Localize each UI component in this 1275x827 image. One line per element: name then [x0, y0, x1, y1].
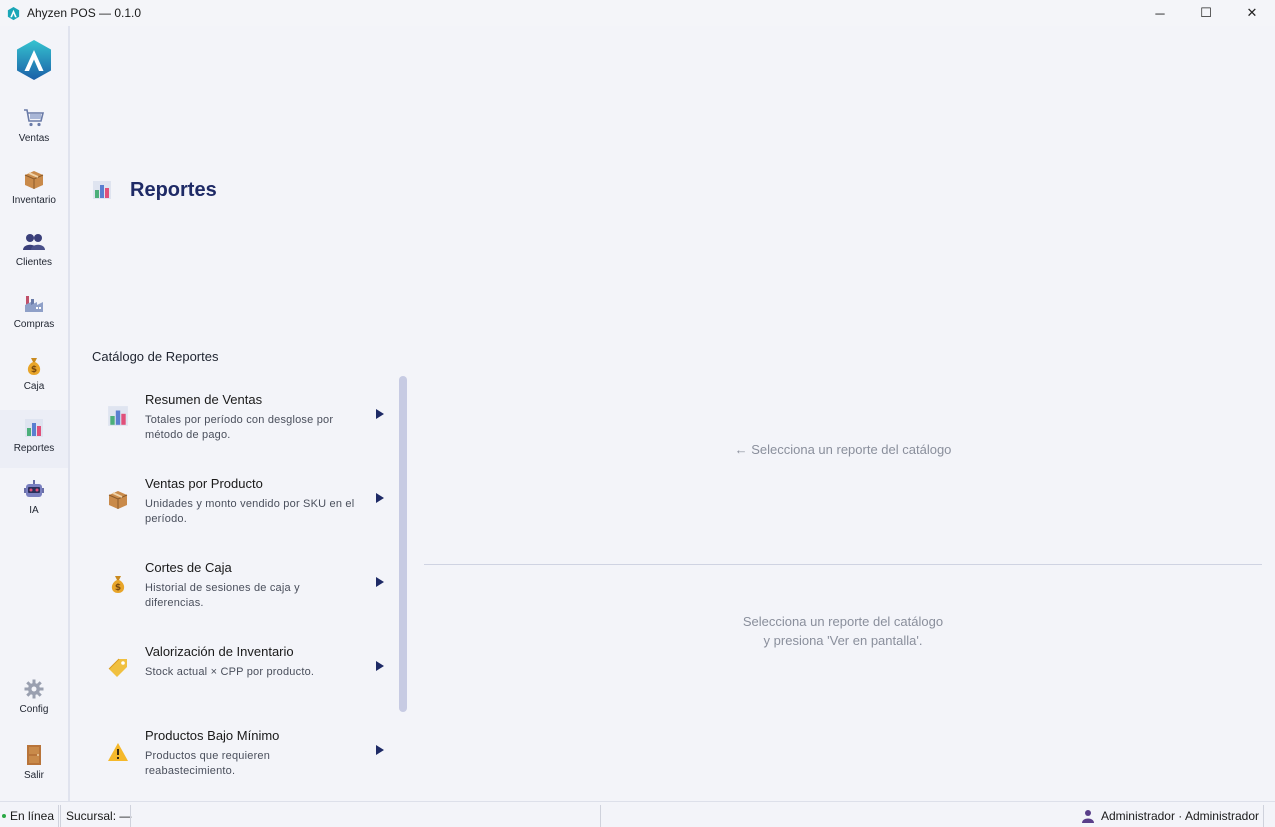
sidebar-item-label: Compras — [13, 319, 55, 330]
app-logo-icon — [7, 6, 20, 20]
status-bar: En línea Sucursal: — Administrador · Adm… — [0, 801, 1275, 827]
chevron-right-icon — [376, 745, 384, 755]
report-description: Historial de sesiones de caja y diferenc… — [145, 582, 300, 609]
report-description: Productos que requieren reabastecimiento… — [145, 750, 271, 777]
branch-status: Sucursal: — — [66, 809, 132, 823]
status-separator — [1263, 805, 1264, 827]
report-item-ventas-producto[interactable]: Ventas por Producto Unidades y monto ven… — [92, 460, 397, 544]
sidebar-item-label: Salir — [23, 770, 44, 781]
svg-text:$: $ — [115, 583, 121, 593]
warning-icon — [106, 740, 130, 764]
chevron-right-icon — [376, 661, 384, 671]
online-dot-icon — [2, 814, 6, 818]
report-description: Stock actual × CPP por producto. — [145, 666, 315, 678]
sidebar-item-label: Caja — [23, 381, 45, 392]
status-separator — [60, 805, 61, 827]
sidebar-item-reportes[interactable]: Reportes — [0, 410, 68, 468]
sidebar-item-label: Inventario — [12, 195, 56, 206]
money-bag-icon: $ — [23, 355, 45, 377]
select-report-hint: ← Selecciona un reporte del catálogo — [734, 442, 952, 457]
report-name: Valorización de Inventario — [145, 644, 294, 659]
chevron-right-icon — [376, 577, 384, 587]
gear-icon — [23, 678, 45, 700]
robot-icon — [23, 479, 45, 501]
svg-text:$: $ — [31, 365, 37, 375]
user-icon — [1081, 810, 1094, 823]
sidebar-item-inventario[interactable]: Inventario — [0, 162, 68, 220]
sidebar-item-ia[interactable]: IA — [0, 472, 68, 530]
report-name: Ventas por Producto — [145, 476, 263, 491]
maximize-button[interactable]: ☐ — [1183, 0, 1229, 26]
chevron-right-icon — [376, 493, 384, 503]
sidebar-item-label: Ventas — [18, 133, 50, 144]
sidebar-item-caja[interactable]: $ Caja — [0, 348, 68, 406]
report-description: Totales por período con desglose por mét… — [145, 414, 334, 441]
online-label: En línea — [10, 809, 55, 823]
panel-divider — [424, 564, 1262, 565]
report-item-cortes-caja[interactable]: $ Cortes de Caja Historial de sesiones d… — [92, 544, 397, 628]
report-list-scrollbar[interactable] — [399, 376, 407, 712]
empty-state-line-1: Selecciona un reporte del catálogo — [742, 614, 944, 629]
minimize-button[interactable]: ─ — [1137, 0, 1183, 26]
users-icon — [23, 231, 45, 253]
sidebar-item-compras[interactable]: Compras — [0, 286, 68, 344]
report-name: Cortes de Caja — [145, 560, 232, 575]
report-name: Resumen de Ventas — [145, 392, 263, 407]
money-bag-icon: $ — [106, 572, 130, 596]
close-button[interactable]: ✕ — [1229, 0, 1275, 26]
cart-icon — [23, 107, 45, 129]
chevron-right-icon — [376, 409, 384, 419]
bar-chart-icon — [93, 181, 111, 199]
status-separator — [58, 805, 59, 827]
report-item-bajo-minimo[interactable]: Productos Bajo Mínimo Productos que requ… — [92, 712, 397, 794]
sidebar-item-label: Clientes — [15, 257, 53, 268]
empty-state-message: Selecciona un reporte del catálogo y pre… — [424, 612, 1262, 650]
report-list: Resumen de Ventas Totales por período co… — [92, 376, 408, 794]
app-logo[interactable] — [15, 39, 53, 81]
empty-state-line-2: y presiona 'Ver en pantalla'. — [763, 633, 923, 648]
sidebar-item-label: IA — [29, 505, 39, 516]
status-separator — [130, 805, 131, 827]
tag-icon — [106, 656, 130, 680]
door-icon — [23, 744, 45, 766]
title-bar: Ahyzen POS — 0.1.0 ─ ☐ ✕ — [0, 0, 1275, 26]
bar-chart-icon — [23, 417, 45, 439]
sidebar-item-label: Reportes — [13, 443, 55, 454]
catalog-heading: Catálogo de Reportes — [92, 349, 219, 364]
status-separator — [600, 805, 601, 827]
online-status: En línea — [2, 809, 54, 823]
package-icon — [23, 169, 45, 191]
user-label: Administrador · Administrador — [1100, 809, 1259, 823]
user-status: Administrador · Administrador — [1081, 809, 1259, 823]
report-item-valorizacion-inventario[interactable]: Valorización de Inventario Stock actual … — [92, 628, 397, 712]
report-name: Productos Bajo Mínimo — [145, 728, 280, 743]
window-title: Ahyzen POS — 0.1.0 — [27, 6, 142, 20]
sidebar-item-salir[interactable]: Salir — [0, 737, 68, 795]
report-item-resumen-ventas[interactable]: Resumen de Ventas Totales por período co… — [92, 376, 397, 460]
page-title: Reportes — [130, 179, 217, 201]
sidebar: Ventas Inventario Clientes Compras $ Caj… — [0, 26, 70, 801]
sidebar-item-label: Config — [19, 704, 49, 715]
package-icon — [106, 488, 130, 512]
sidebar-item-clientes[interactable]: Clientes — [0, 224, 68, 282]
sidebar-item-config[interactable]: Config — [0, 671, 68, 729]
sidebar-item-ventas[interactable]: Ventas — [0, 100, 68, 158]
factory-icon — [23, 293, 45, 315]
bar-chart-icon — [106, 404, 130, 428]
report-description: Unidades y monto vendido por SKU en el p… — [145, 498, 355, 525]
